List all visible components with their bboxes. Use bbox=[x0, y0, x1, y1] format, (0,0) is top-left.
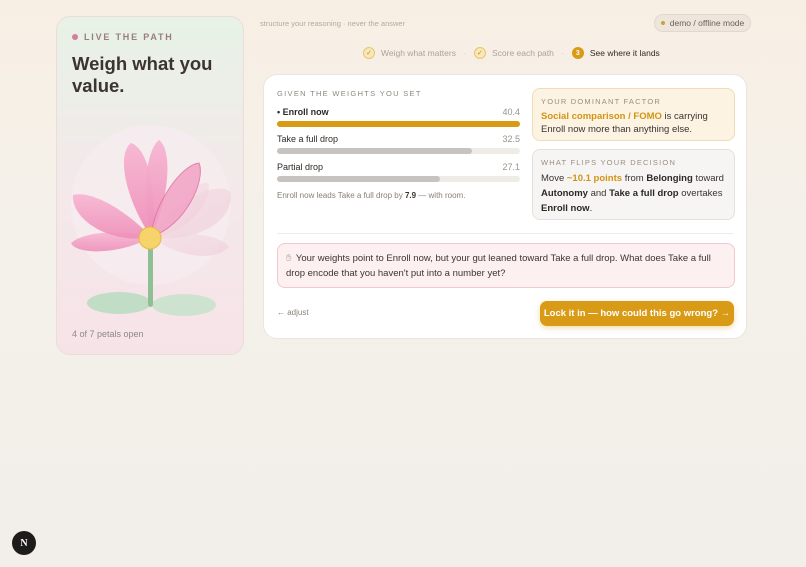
score-bar bbox=[277, 176, 440, 182]
option-score: 27.1 bbox=[502, 162, 520, 172]
flip-heading: WHAT FLIPS YOUR DECISION bbox=[541, 158, 677, 167]
status-dot-icon bbox=[72, 34, 78, 40]
option-score: 32.5 bbox=[502, 134, 520, 144]
flip-end: . bbox=[589, 203, 593, 214]
flip-word: Move bbox=[541, 173, 565, 184]
lead-note-suffix: — with room. bbox=[418, 191, 466, 200]
step-score[interactable]: ✓ Score each path bbox=[473, 47, 554, 59]
flip-option-up: Take a full drop bbox=[609, 188, 679, 199]
flip-word: overtakes bbox=[681, 188, 723, 199]
flip-option-down: Enroll now bbox=[541, 203, 590, 214]
dominant-factor-name: Social comparison / FOMO bbox=[541, 111, 662, 122]
check-icon: ✓ bbox=[473, 47, 486, 59]
score-track bbox=[277, 176, 520, 182]
app-logo-button[interactable]: N bbox=[12, 531, 36, 555]
petals-status: 4 of 7 petals open bbox=[72, 329, 144, 339]
divider bbox=[277, 233, 733, 234]
score-bar bbox=[277, 121, 520, 127]
leaf-left bbox=[87, 292, 151, 314]
lock-in-button[interactable]: Lock it in — how could this go wrong? → bbox=[540, 301, 734, 326]
status-dot-icon bbox=[660, 21, 665, 25]
flip-points: ~10.1 points bbox=[566, 173, 623, 184]
option-name: • Enroll now bbox=[277, 107, 329, 117]
progress-stepper: ✓ Weigh what matters · ✓ Score each path… bbox=[363, 47, 660, 59]
hand-icon: ✋︎ bbox=[286, 253, 292, 264]
score-track bbox=[277, 121, 520, 127]
gut-check-callout: ✋︎ Your weights point to Enroll now, but… bbox=[277, 243, 735, 288]
dominant-factor-text: Social comparison / FOMO is carrying Enr… bbox=[541, 110, 726, 136]
option-name: Partial drop bbox=[277, 162, 324, 172]
eyebrow-label: LIVE THE PATH bbox=[84, 32, 174, 42]
weight-row-full-drop: Take a full drop 32.5 bbox=[277, 134, 520, 154]
step-label: See where it lands bbox=[589, 48, 660, 58]
step-separator: · bbox=[463, 48, 467, 58]
path-eyebrow: LIVE THE PATH bbox=[72, 32, 174, 42]
dominant-factor-heading: YOUR DOMINANT FACTOR bbox=[541, 97, 661, 106]
step-label: Score each path bbox=[491, 48, 554, 58]
step-separator: · bbox=[561, 48, 565, 58]
weight-row-enroll: • Enroll now 40.4 bbox=[277, 107, 520, 127]
adjust-link[interactable]: ← adjust bbox=[277, 308, 309, 317]
tagline: structure your reasoning · never the ans… bbox=[260, 19, 406, 28]
step-label: Weigh what matters bbox=[381, 48, 456, 58]
option-score: 40.4 bbox=[502, 107, 520, 117]
check-icon: ✓ bbox=[363, 47, 375, 59]
flip-decision-box: WHAT FLIPS YOUR DECISION Move ~10.1 poin… bbox=[532, 149, 735, 220]
page-title: Weigh what you value. bbox=[72, 53, 213, 96]
option-name: Take a full drop bbox=[277, 134, 339, 144]
flip-text: Move ~10.1 points from Belonging toward … bbox=[541, 171, 726, 216]
flip-word: toward bbox=[695, 173, 724, 184]
dominant-factor-box: YOUR DOMINANT FACTOR Social comparison /… bbox=[532, 88, 735, 141]
flip-word: and bbox=[590, 188, 607, 199]
mode-badge[interactable]: demo / offline mode bbox=[654, 14, 751, 32]
step-number: 3 bbox=[571, 47, 584, 59]
score-bar bbox=[277, 148, 473, 154]
score-track bbox=[277, 148, 520, 154]
mode-badge-label: demo / offline mode bbox=[669, 18, 745, 28]
weights-heading: GIVEN THE WEIGHTS YOU SET bbox=[277, 89, 422, 98]
lead-margin: 7.9 bbox=[404, 191, 417, 200]
step-weigh[interactable]: ✓ Weigh what matters bbox=[363, 47, 456, 59]
weight-row-partial-drop: Partial drop 27.1 bbox=[277, 162, 520, 182]
step-lands[interactable]: 3 See where it lands bbox=[571, 47, 660, 59]
gut-check-text: Your weights point to Enroll now, but yo… bbox=[286, 253, 711, 279]
flower-center bbox=[138, 226, 162, 250]
flip-word: from bbox=[624, 173, 644, 184]
lead-note: Enroll now leads Take a full drop by 7.9… bbox=[277, 191, 465, 200]
lead-note-prefix: Enroll now leads Take a full drop by bbox=[277, 191, 403, 200]
path-card: LIVE THE PATH Weigh what you value. 4 of… bbox=[56, 16, 244, 355]
result-card: GIVEN THE WEIGHTS YOU SET • Enroll now 4… bbox=[263, 74, 747, 339]
flower-illustration bbox=[71, 125, 232, 335]
flip-target-factor: Autonomy bbox=[541, 188, 588, 199]
leaf-right bbox=[152, 294, 216, 316]
flip-source-factor: Belonging bbox=[646, 173, 693, 184]
